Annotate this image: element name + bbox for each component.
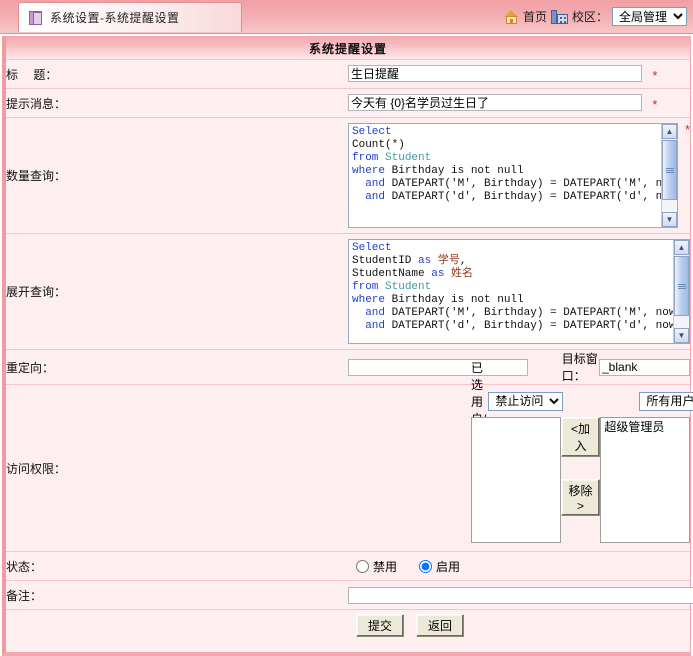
row-permission: 访问权限： 已选用户/组 禁止访问 所有用户组 <加入 移除> (6, 385, 690, 552)
remark-input[interactable] (348, 587, 693, 604)
form-header-title: 系统提醒设置 (6, 37, 690, 60)
redirect-input[interactable] (348, 359, 528, 376)
title-input[interactable] (348, 65, 642, 82)
detail-query-textarea[interactable]: Select StudentID as 学号, StudentName as 姓… (348, 239, 690, 344)
access-mode-select[interactable]: 禁止访问 (488, 392, 563, 411)
add-button[interactable]: <加入 (561, 417, 601, 457)
status-disabled-radio[interactable] (356, 560, 369, 573)
count-query-scrollbar[interactable]: ▲ ▼ (661, 124, 677, 227)
transfer-buttons: <加入 移除> (561, 417, 601, 516)
permission-selectors: 已选用户/组 禁止访问 所有用户组 (348, 385, 690, 413)
row-message: 提示消息： * (6, 89, 690, 118)
settings-panel: 系统提醒设置 标 题： * 提示消息： * 数量查询： Sele (2, 36, 691, 656)
scroll-up-icon[interactable]: ▲ (674, 240, 689, 255)
count-query-required-mark: * (685, 122, 690, 137)
status-label: 状态： (6, 552, 348, 581)
settings-form: 系统提醒设置 标 题： * 提示消息： * 数量查询： Sele (6, 37, 690, 640)
message-required-mark: * (652, 97, 657, 112)
row-status: 状态： 禁用 启用 (6, 552, 690, 581)
remark-label: 备注： (6, 581, 348, 610)
detail-query-label: 展开查询： (6, 234, 348, 350)
top-right-controls: 首页 校区： 全局管理 (504, 0, 687, 33)
row-title: 标 题： * (6, 60, 690, 89)
home-link[interactable]: 首页 (523, 8, 547, 25)
actions-cell: 提交 返回 (348, 610, 690, 641)
detail-query-scrollbar[interactable]: ▲ ▼ (673, 240, 689, 343)
title-required-mark: * (652, 68, 657, 83)
detail-query-field-cell: Select StudentID as 学号, StudentName as 姓… (348, 234, 690, 350)
count-query-textarea[interactable]: Select Count(*) from Student where Birth… (348, 123, 678, 228)
row-detail-query: 展开查询： Select StudentID as 学号, StudentNam… (6, 234, 690, 350)
list-item[interactable]: 超级管理员 (604, 420, 686, 435)
title-label: 标 题： (6, 60, 348, 89)
submit-button[interactable]: 提交 (356, 614, 404, 637)
row-actions: 提交 返回 (6, 610, 690, 641)
detail-query-code: Select StudentID as 学号, StudentName as 姓… (349, 240, 689, 333)
scrollbar-thumb[interactable] (662, 140, 677, 200)
status-enabled-radio[interactable] (419, 560, 432, 573)
status-enabled-option[interactable]: 启用 (419, 558, 460, 575)
message-field-cell: * (348, 89, 690, 118)
permission-label: 访问权限： (6, 385, 348, 552)
target-window-label: 目标窗口： (562, 350, 599, 384)
count-query-field-cell: Select Count(*) from Student where Birth… (348, 118, 690, 234)
actions-spacer (6, 610, 348, 641)
folder-icon (29, 11, 43, 25)
campus-label: 校区： (572, 8, 608, 25)
scroll-down-icon[interactable]: ▼ (662, 212, 677, 227)
selected-users-listbox[interactable] (471, 417, 561, 543)
page-tab-label: 系统设置-系统提醒设置 (50, 9, 180, 26)
redirect-field-cell: 目标窗口： (348, 350, 690, 385)
status-disabled-label: 禁用 (373, 558, 397, 575)
count-query-label: 数量查询： (6, 118, 348, 234)
message-input[interactable] (348, 94, 642, 111)
campus-select[interactable]: 全局管理 (612, 7, 687, 26)
title-field-cell: * (348, 60, 690, 89)
status-disabled-option[interactable]: 禁用 (356, 558, 397, 575)
remark-field-cell (348, 581, 690, 610)
permission-field-cell: 已选用户/组 禁止访问 所有用户组 <加入 移除> 超级管理员 (348, 385, 690, 552)
status-enabled-label: 启用 (436, 558, 460, 575)
row-remark: 备注： (6, 581, 690, 610)
back-button[interactable]: 返回 (416, 614, 464, 637)
available-groups-listbox[interactable]: 超级管理员 (600, 417, 690, 543)
home-icon[interactable] (504, 10, 519, 24)
scroll-down-icon[interactable]: ▼ (674, 328, 689, 343)
page-tab[interactable]: 系统设置-系统提醒设置 (18, 2, 242, 32)
row-redirect: 重定向： 目标窗口： (6, 350, 690, 385)
status-field-cell: 禁用 启用 (348, 552, 690, 581)
form-header-row: 系统提醒设置 (6, 37, 690, 60)
remove-button[interactable]: 移除> (561, 479, 601, 516)
permission-lists: <加入 移除> 超级管理员 (348, 413, 690, 551)
top-bar: 系统设置-系统提醒设置 首页 校区： 全局管理 (0, 0, 693, 34)
all-groups-select[interactable]: 所有用户组 (639, 392, 693, 411)
building-icon (551, 9, 568, 24)
scrollbar-thumb[interactable] (674, 256, 689, 316)
row-count-query: 数量查询： Select Count(*) from Student where… (6, 118, 690, 234)
count-query-code: Select Count(*) from Student where Birth… (349, 124, 677, 204)
redirect-label: 重定向： (6, 350, 348, 385)
scroll-up-icon[interactable]: ▲ (662, 124, 677, 139)
target-window-input[interactable] (599, 359, 690, 376)
message-label: 提示消息： (6, 89, 348, 118)
